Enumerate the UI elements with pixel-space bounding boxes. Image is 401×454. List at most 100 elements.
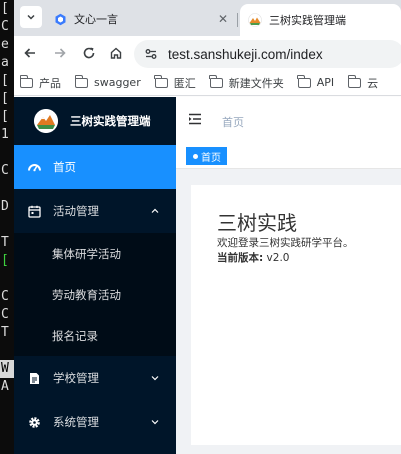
folder-icon [347, 74, 362, 88]
admin-app: 三树实践管理端 首页 活动管理 集体研学活动 劳动教育活动 报名记录 学校管理 … [14, 97, 401, 454]
tags-view: 首页 [176, 143, 401, 169]
chevron-down-icon [149, 416, 161, 428]
active-dot-icon [193, 153, 198, 159]
terminal-line: A [1, 379, 9, 394]
bookmark-folder[interactable]: 匿汇 [154, 74, 196, 91]
terminal-line: W [0, 360, 14, 378]
terminal-line: [ [1, 109, 9, 124]
welcome-title: 三树实践 [217, 211, 297, 235]
tag-label: 首页 [201, 152, 221, 164]
bookmark-label: 云 [367, 76, 379, 90]
bookmarks-bar: 产品 swagger 匿汇 新建文件夹 API 云 [14, 70, 401, 96]
bookmark-label: 产品 [39, 76, 61, 90]
version-label: 当前版本: [217, 252, 264, 264]
sidebar-item-system[interactable]: 系统管理 [14, 400, 176, 444]
tab-title: 三树实践管理端 [269, 14, 346, 27]
terminal-line: a [1, 55, 9, 70]
reload-icon [83, 47, 95, 59]
sidebar-item-label: 系统管理 [53, 415, 99, 429]
terminal-line: 1 [1, 127, 9, 142]
sidebar-subitem-label: 报名记录 [52, 328, 98, 343]
chevron-down-icon [149, 372, 161, 384]
tab-search-button[interactable] [20, 6, 42, 28]
terminal-line: C [1, 163, 9, 178]
terminal-line: e [1, 37, 9, 52]
sidebar-item-activity[interactable]: 活动管理 [14, 189, 176, 233]
address-bar[interactable]: test.sanshukeji.com/index [134, 40, 401, 68]
terminal-line: C [1, 19, 9, 34]
bookmark-folder[interactable]: API [297, 74, 335, 89]
sidebar-item-label: 首页 [53, 160, 76, 174]
sanshu-favicon-icon [248, 13, 262, 27]
bookmark-label: 新建文件夹 [228, 76, 284, 90]
logo-text: 三树实践管理端 [70, 114, 151, 128]
sidebar-subitem-labor-education[interactable]: 劳动教育活动 [14, 274, 176, 315]
version-text: 当前版本: v2.0 [217, 250, 289, 265]
version-value: v2.0 [266, 252, 290, 264]
sidebar-subitem-label: 集体研学活动 [52, 246, 121, 261]
site-info-icon[interactable] [144, 47, 158, 61]
bookmark-folder[interactable]: swagger [74, 74, 141, 89]
main-area: 首页 首页 三树实践 欢迎登录三树实践研学平台。 当前版本: v2.0 [176, 97, 401, 454]
bookmark-label: API [316, 76, 335, 89]
sidebar-item-school[interactable]: 学校管理 [14, 356, 176, 400]
terminal-line: [ [1, 91, 9, 106]
terminal-line: T [1, 325, 9, 340]
folder-icon [297, 74, 311, 88]
sidebar-logo[interactable]: 三树实践管理端 [14, 97, 176, 145]
bookmark-label: swagger [94, 76, 141, 89]
folder-icon [19, 74, 33, 88]
terminal-line: C [1, 289, 9, 304]
browser-toolbar: test.sanshukeji.com/index [14, 36, 401, 70]
back-button[interactable] [21, 44, 39, 62]
tag-home[interactable]: 首页 [186, 147, 227, 165]
arrow-left-icon [24, 48, 35, 58]
tab-wenxin[interactable]: 文心一言 ✕ [48, 6, 238, 32]
folder-icon [74, 74, 88, 88]
sidebar-item-label: 学校管理 [53, 371, 99, 385]
sidebar-item-home[interactable]: 首页 [14, 145, 176, 189]
forward-button[interactable] [51, 44, 69, 62]
sidebar-subitem-registrations[interactable]: 报名记录 [14, 315, 176, 356]
collapse-menu-icon[interactable] [188, 112, 202, 126]
activity-submenu: 集体研学活动 劳动教育活动 报名记录 [14, 233, 176, 356]
terminal-line: [ [1, 1, 9, 16]
terminal-line: T [1, 235, 9, 250]
terminal-line: [ [1, 253, 9, 268]
sidebar-subitem-group-study[interactable]: 集体研学活动 [14, 233, 176, 274]
folder-icon [209, 74, 223, 88]
terminal-line: C [1, 307, 9, 322]
folder-icon [154, 74, 168, 88]
bookmark-folder[interactable]: 产品 [19, 74, 61, 91]
browser-window: 文心一言 ✕ 三树实践管理端 test.sanshukeji.com/index… [14, 0, 401, 454]
gear-icon [27, 415, 41, 429]
terminal-line: D [1, 199, 9, 214]
tab-title: 文心一言 [74, 13, 118, 26]
welcome-subtitle: 欢迎登录三树实践研学平台。 [217, 237, 354, 249]
arrow-right-icon [55, 48, 66, 58]
breadcrumb[interactable]: 首页 [222, 114, 244, 130]
welcome-card: 三树实践 欢迎登录三树实践研学平台。 当前版本: v2.0 [191, 185, 401, 445]
url-text: test.sanshukeji.com/index [168, 46, 323, 62]
top-header: 首页 [176, 97, 401, 143]
logo-icon [34, 109, 58, 133]
close-icon[interactable]: ✕ [218, 12, 228, 26]
tab-sanshu[interactable]: 三树实践管理端 [240, 4, 401, 36]
chevron-up-icon [149, 205, 161, 217]
terminal-line: [ [1, 73, 9, 88]
tab-strip: 文心一言 ✕ 三树实践管理端 [14, 0, 401, 36]
bookmark-folder[interactable]: 新建文件夹 [209, 74, 284, 91]
bookmark-label: 匿汇 [173, 76, 196, 90]
chevron-down-icon [27, 14, 35, 20]
wenxin-favicon-icon [55, 13, 66, 25]
bookmark-folder[interactable]: 云 [347, 74, 379, 91]
reload-button[interactable] [80, 44, 98, 62]
sidebar-subitem-label: 劳动教育活动 [52, 287, 121, 302]
background-terminal: [ C e a [ [ [ 1 C D T [ C C T W A [0, 0, 14, 454]
home-button[interactable] [107, 44, 125, 62]
